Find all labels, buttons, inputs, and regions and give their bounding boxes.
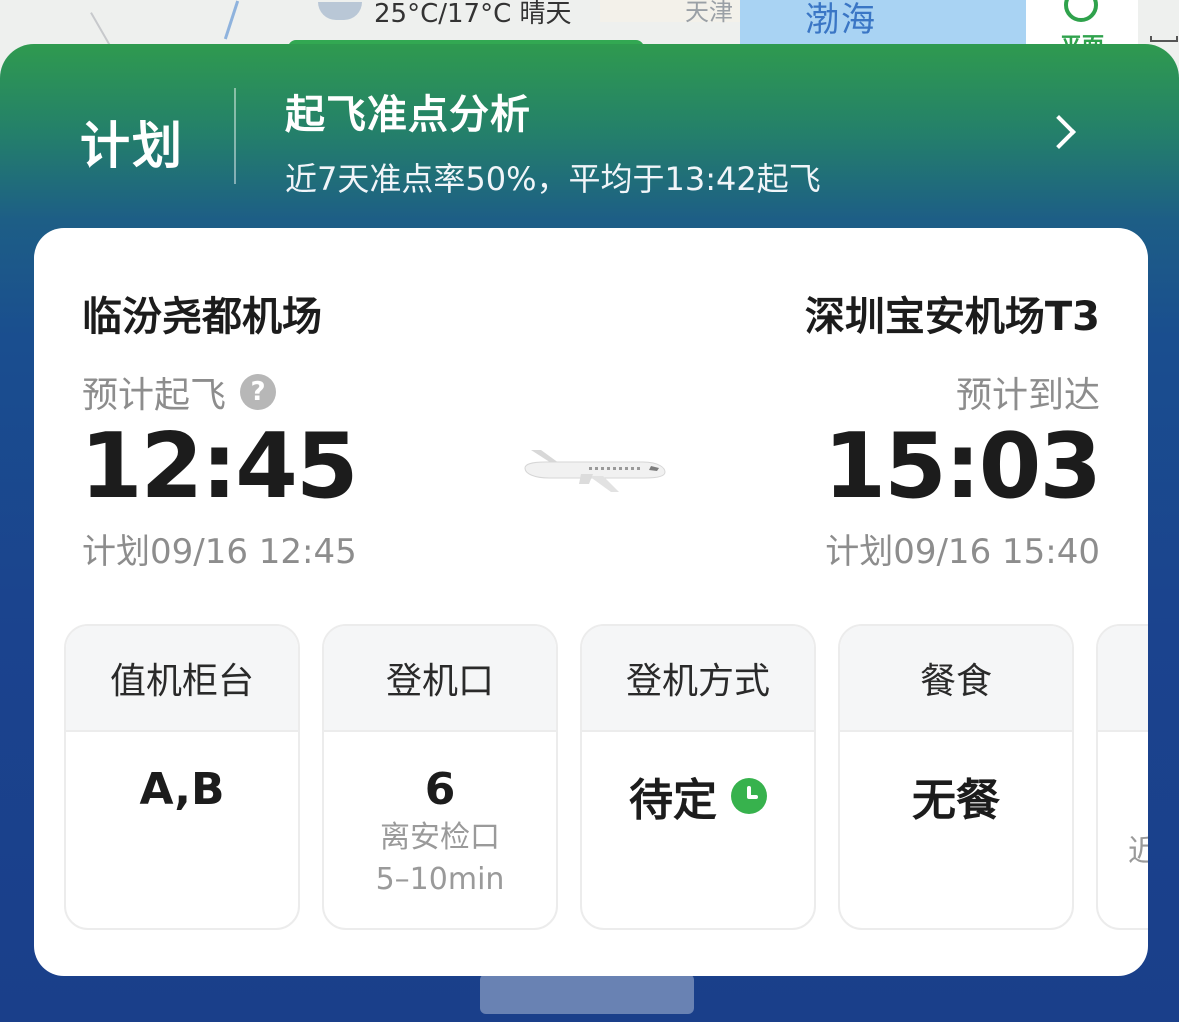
arrival-scheduled: 计划09/16 15:40 [825,532,1100,572]
tile-title: 餐食 [840,626,1072,732]
ontime-analysis-link[interactable]: 起飞准点分析 近7天准点率50%，平均于13:42起飞 [285,82,1059,200]
ontime-title: 起飞准点分析 [285,92,531,138]
watermark [480,974,694,1014]
arrival-airport: 深圳宝安机场T3 [804,294,1100,340]
arrival-label: 预计到达 [955,375,1100,416]
airplane-icon [524,450,666,492]
tile-value: 无餐 [912,775,1000,826]
tile-title: 登机口 [324,626,556,732]
next-tile[interactable]: 近 [1096,624,1148,930]
map-scale-icon [1150,36,1178,42]
departure-time: 12:45 [80,414,358,519]
flight-card: 临汾尧都机场 深圳宝安机场T3 预计起飞 ? 预计到达 12:45 15:03 … [34,228,1148,976]
question-mark-icon[interactable]: ? [240,374,277,410]
cloud-icon [318,2,362,20]
map-border [90,12,112,48]
tile-subtext: 5–10min [375,862,505,897]
tile-value-row: 待定 [582,764,814,828]
tile-value: 待定 [629,775,717,826]
tile-title: 登机方式 [582,626,814,732]
checkin-counter-tile[interactable]: 值机柜台 A,B [64,624,300,930]
ontime-description: 近7天准点率50%，平均于13:42起飞 [285,160,821,198]
map-water-label: 渤海 [805,0,877,40]
tile-value: A,B [139,764,225,815]
tile-subtext: 近 [1128,826,1148,870]
clock-icon [731,778,767,814]
header-divider [234,88,236,184]
tile-title [1098,626,1148,732]
meal-tile[interactable]: 餐食 无餐 [838,624,1074,930]
departure-label: 预计起飞 ? [82,366,277,418]
boarding-method-tile[interactable]: 登机方式 待定 [580,624,816,930]
weather-text: 25°C/17°C 晴天 [374,0,572,29]
tile-title: 值机柜台 [66,626,298,732]
map-city-label: 天津 [685,0,733,26]
boarding-gate-tile[interactable]: 登机口 6 离安检口 5–10min [322,624,558,930]
weather-chip: 25°C/17°C 晴天 [318,0,572,29]
flight-panel: 计划 起飞准点分析 近7天准点率50%，平均于13:42起飞 临汾尧都机场 深圳… [0,44,1179,1022]
map-water [740,0,1030,48]
departure-label-text: 预计起飞 [82,375,227,416]
info-tiles[interactable]: 值机柜台 A,B 登机口 6 离安检口 5–10min 登机方式 待定 餐食 无… [64,624,1148,934]
arrival-time: 15:03 [823,414,1102,519]
globe-icon [1064,0,1098,22]
tile-value: 6 [424,764,456,815]
plan-status-label: 计划 [80,117,184,175]
tile-subtext: 离安检口 [380,820,500,855]
map-river [223,0,240,40]
departure-scheduled: 计划09/16 12:45 [82,532,357,572]
departure-airport: 临汾尧都机场 [82,294,322,340]
